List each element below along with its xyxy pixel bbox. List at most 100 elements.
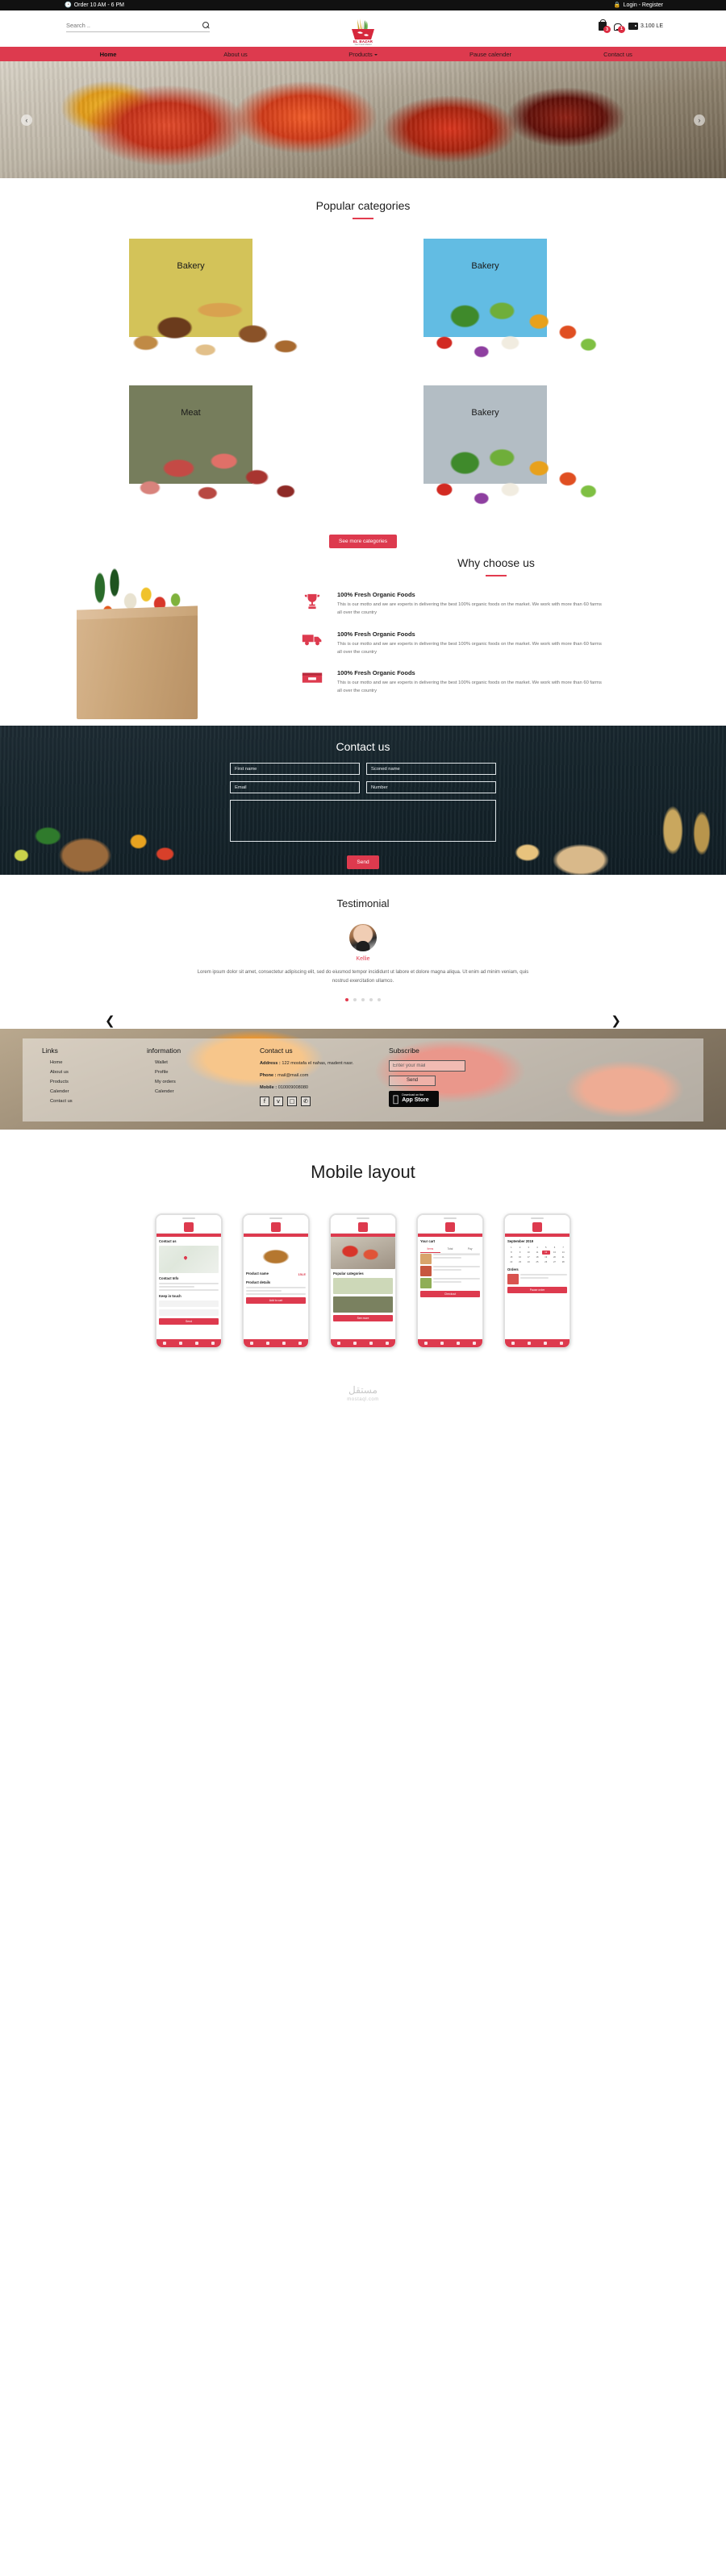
phone-tab-icon[interactable] [250,1341,253,1345]
phone-tab-icon[interactable] [163,1341,166,1345]
phone-calendar-day[interactable]: 10 [524,1251,532,1255]
phone-cta-button[interactable]: Send [159,1317,219,1325]
message-textarea[interactable] [230,800,496,842]
nav-item-pause-calender[interactable]: Pause calender [427,51,554,58]
phone-tab-icon[interactable] [544,1341,547,1345]
phone-calendar-day[interactable]: 22 [507,1260,515,1264]
phone-calendar-day[interactable]: 21 [559,1255,567,1259]
phone-cta-button[interactable]: Checkout [420,1290,480,1297]
footer-information-item[interactable]: Profile [147,1070,260,1075]
phone-calendar-day[interactable]: 6 [551,1246,559,1250]
phone-cart-tab[interactable]: Total [440,1246,461,1253]
see-more-categories-button[interactable]: See more categories [329,535,397,548]
phone-tab-icon[interactable] [511,1341,515,1345]
phone-input-field[interactable] [159,1300,219,1307]
phone-tab-icon[interactable] [473,1341,476,1345]
phone-cart-screen[interactable]: Your cart Items Total Pay Checkout [416,1213,484,1349]
phone-calendar-day[interactable]: 11 [533,1251,541,1255]
instagram-icon[interactable]: □ [287,1096,297,1106]
footer-link-item[interactable]: Contact us [42,1099,147,1104]
phone-cart-tabs[interactable]: Items Total Pay [420,1246,480,1254]
phone-calendar-day[interactable]: 3 [524,1246,532,1250]
phone-calendar-day[interactable]: 13 [551,1251,559,1255]
phone-cta-button[interactable]: See more [333,1314,393,1321]
footer-information-item[interactable]: My orders [147,1080,260,1084]
phone-calendar-day[interactable]: 18 [533,1255,541,1259]
phone-calendar-day[interactable]: 27 [551,1260,559,1264]
second-name-input[interactable] [366,763,496,775]
phone-product-screen[interactable]: Product name 15LE Product details Add to… [242,1213,310,1349]
testimonial-dot[interactable] [361,997,365,1001]
phone-tab-icon[interactable] [440,1341,444,1345]
testimonial-dot[interactable] [353,997,357,1001]
phone-tabbar[interactable] [505,1338,570,1347]
category-card[interactable]: Bakery [407,239,613,368]
category-card[interactable]: Meat [113,385,319,514]
phone-tab-icon[interactable] [560,1341,563,1345]
phone-calendar-day[interactable]: 5 [542,1246,550,1250]
nav-item-products[interactable]: Products [299,51,427,58]
phone-tab-icon[interactable] [528,1341,531,1345]
footer-link-item[interactable]: Calender [42,1089,147,1094]
notifications-button[interactable]: 1 [614,23,625,33]
testimonial-dot[interactable] [369,997,373,1001]
phone-calendar-day[interactable]: 16 [516,1255,524,1259]
phone-calendar-day[interactable]: 24 [524,1260,532,1264]
hero-next-button[interactable]: › [694,114,705,126]
phone-tab-icon[interactable] [298,1341,302,1345]
login-register-link[interactable]: 🔒 Login - Register [614,2,663,8]
phone-contact-screen[interactable]: Contact us Contact Info Keep in touch Se… [155,1213,223,1349]
phone-calendar-day[interactable]: 19 [542,1255,550,1259]
phone-tab-icon[interactable] [179,1341,182,1345]
phone-tabbar[interactable] [418,1338,482,1347]
twitter-icon[interactable]: ᴠ [273,1096,283,1106]
footer-link-item[interactable]: About us [42,1070,147,1075]
app-store-badge[interactable]:  Download on the App Store [389,1090,439,1107]
phone-tabbar[interactable] [331,1338,395,1347]
phone-tab-icon[interactable] [457,1341,460,1345]
phone-calendar-day[interactable]: 28 [559,1260,567,1264]
phone-tabbar[interactable] [244,1338,308,1347]
contact-send-button[interactable]: Send [347,855,379,869]
phone-calendar-day[interactable]: 12 [541,1250,550,1255]
phone-tab-icon[interactable] [211,1341,215,1345]
footer-information-item[interactable]: Wallet [147,1060,260,1065]
phone-cta-button[interactable]: Add to cart [246,1296,306,1304]
phone-calendar-day[interactable]: 7 [559,1246,567,1250]
phone-calendar-day[interactable]: 20 [551,1255,559,1259]
phone-calendar-day[interactable]: 9 [516,1251,524,1255]
phone-calendar-day[interactable]: 1 [507,1246,515,1250]
facebook-icon[interactable]: f [260,1096,269,1106]
phone-tab-icon[interactable] [266,1341,269,1345]
phone-category-card[interactable] [333,1296,393,1313]
category-card[interactable]: Bakery [407,385,613,514]
phone-calendar-day[interactable]: 26 [542,1260,550,1264]
subscribe-send-button[interactable]: Send [389,1075,436,1086]
footer-link-item[interactable]: Products [42,1080,147,1084]
testimonial-prev-button[interactable]: ❮ [105,1013,115,1028]
footer-information-item[interactable]: Calender [147,1089,260,1094]
testimonial-next-button[interactable]: ❯ [611,1013,621,1028]
phone-tab-icon[interactable] [424,1341,428,1345]
phone-calendar-day[interactable]: 8 [507,1251,515,1255]
phone-tab-icon[interactable] [337,1341,340,1345]
hero-prev-button[interactable]: ‹ [21,114,32,126]
phone-calendar-day[interactable]: 2 [516,1246,524,1250]
number-input[interactable] [366,781,496,793]
phone-calendar-grid[interactable]: 1 2 3 4 5 6 7 8 9 10 11 12 13 14 15 16 17 18 19 20 21 22 23 24 2… [507,1246,567,1264]
phone-tab-icon[interactable] [386,1341,389,1345]
phone-input-field[interactable] [159,1309,219,1316]
search-box[interactable] [66,22,210,32]
phone-calendar-screen[interactable]: September 2019 1 2 3 4 5 6 7 8 9 10 11 12 13 14 15 16 17… [503,1213,571,1349]
phone-calendar-day[interactable]: 4 [533,1246,541,1250]
phone-tab-icon[interactable] [369,1341,373,1345]
first-name-input[interactable] [230,763,360,775]
phone-calendar-day[interactable]: 17 [524,1255,532,1259]
search-input[interactable] [66,22,202,29]
phone-tabbar[interactable] [156,1338,221,1347]
phone-category-card[interactable] [333,1277,393,1294]
phone-tab-icon[interactable] [195,1341,198,1345]
wallet-button[interactable]: 3.100 LE [628,23,663,30]
testimonial-dot[interactable] [345,997,348,1001]
email-input[interactable] [230,781,360,793]
